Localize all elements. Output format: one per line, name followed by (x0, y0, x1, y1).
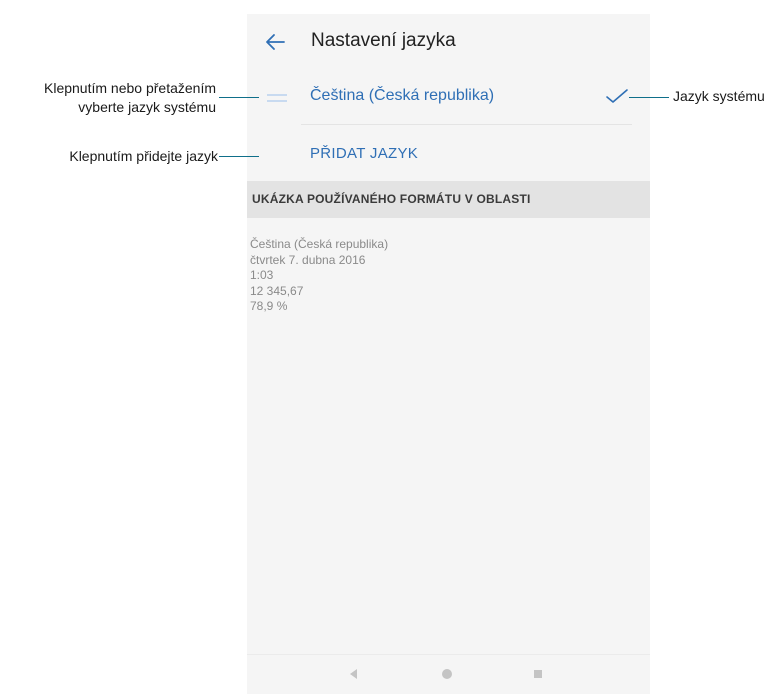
check-icon (606, 89, 628, 103)
sample-language: Čeština (Česká republika) (250, 237, 389, 251)
add-callout: Klepnutím přidejte jazyk (69, 148, 218, 164)
drag-callout-leader (219, 97, 259, 99)
language-label: Čeština (Česká republika) (310, 87, 495, 104)
language-item-czech[interactable]: Čeština (Česká republika) (247, 74, 650, 122)
navigation-bar (247, 654, 650, 694)
drag-callout-line2: vyberte jazyk systému (78, 99, 216, 115)
sample-percent: 78,9 % (250, 299, 288, 313)
sample-date: čtvrtek 7. dubna 2016 (250, 252, 366, 267)
arrow-left-icon (266, 34, 285, 50)
back-button[interactable] (261, 28, 289, 56)
triangle-back-icon[interactable] (344, 665, 364, 683)
square-recents-icon[interactable] (528, 665, 548, 683)
divider (301, 124, 632, 125)
drag-handle-icon[interactable] (267, 88, 287, 108)
system-callout-leader (629, 97, 669, 99)
drag-callout-line1: Klepnutím nebo přetažením (44, 80, 216, 96)
drag-callout: Klepnutím nebo přetažením vyberte jazyk … (44, 79, 216, 117)
sample-time: 1:03 (250, 268, 274, 282)
page-title: Nastavení jazyka (311, 30, 456, 51)
system-language-callout: Jazyk systému (673, 88, 765, 104)
add-callout-leader (219, 156, 259, 158)
section-title: UKÁZKA POUŽÍVANÉHO FORMÁTU V OBLASTI (252, 192, 531, 206)
phone-screen: Nastavení jazyka Čeština (Česká republik… (247, 14, 650, 694)
format-section-header: UKÁZKA POUŽÍVANÉHO FORMÁTU V OBLASTI (247, 181, 650, 218)
format-sample: Čeština (Česká republika) čtvrtek 7. dub… (250, 237, 388, 315)
sample-number: 12 345,67 (250, 283, 304, 298)
app-bar: Nastavení jazyka (247, 14, 650, 68)
add-language-button[interactable]: PŘIDAT JAZYK (310, 145, 418, 162)
circle-home-icon[interactable] (437, 665, 457, 683)
